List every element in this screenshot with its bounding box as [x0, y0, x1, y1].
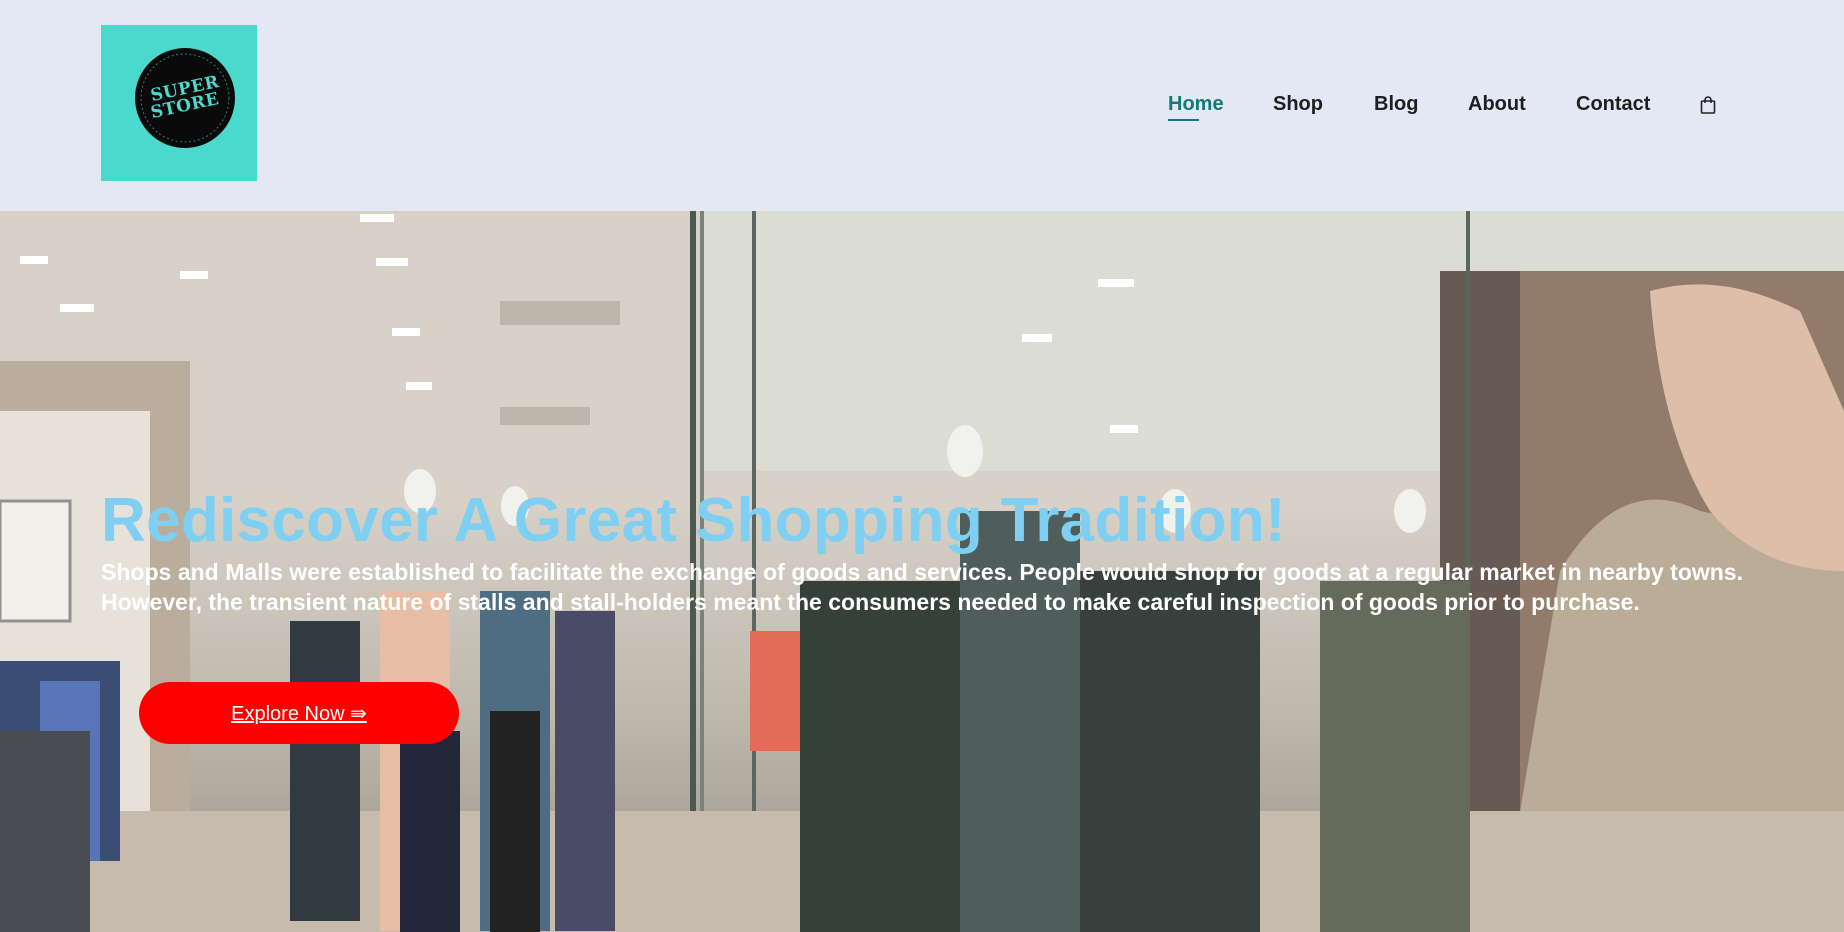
nav-blog[interactable]: Blog [1374, 92, 1418, 116]
site-header: SUPER STORE Home Shop Blog About Contact [0, 0, 1844, 211]
shopping-bag-icon[interactable] [1698, 95, 1718, 115]
hero-title: Rediscover A Great Shopping Tradition! [101, 486, 1286, 555]
nav-contact[interactable]: Contact [1576, 92, 1650, 116]
explore-now-button[interactable]: Explore Now ⇛ [139, 682, 459, 744]
main-nav: Home Shop Blog About Contact [0, 92, 1844, 122]
nav-about[interactable]: About [1468, 92, 1526, 116]
hero-description: Shops and Malls were established to faci… [101, 559, 1743, 615]
active-nav-indicator [1168, 119, 1199, 121]
hero-section: Rediscover A Great Shopping Tradition! S… [0, 211, 1844, 932]
nav-shop[interactable]: Shop [1273, 92, 1323, 116]
nav-home[interactable]: Home [1168, 92, 1224, 116]
